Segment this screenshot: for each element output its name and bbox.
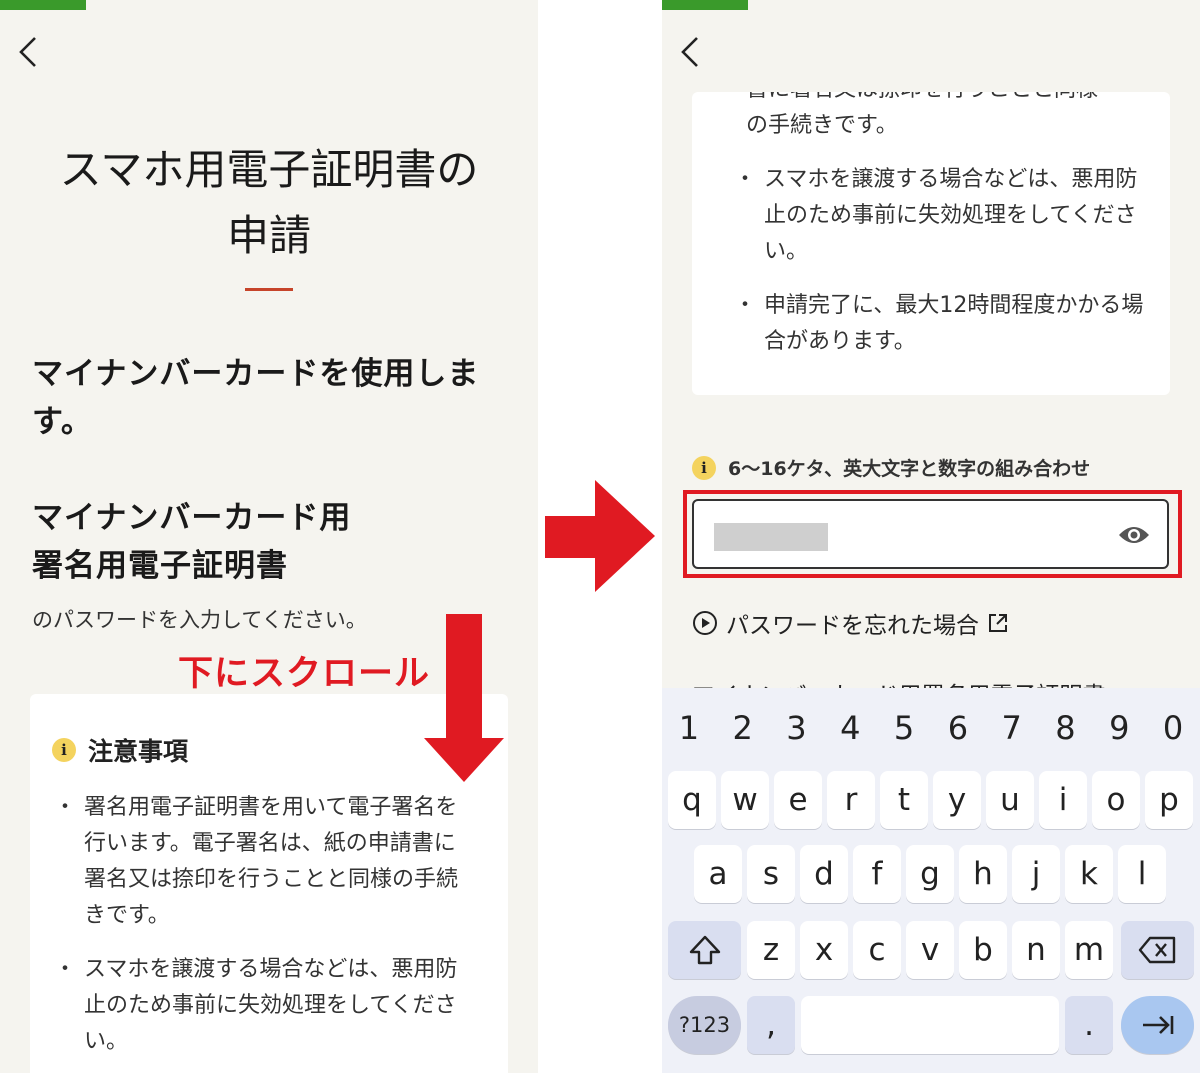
key-q[interactable]: q — [668, 771, 716, 829]
cert-heading: マイナンバーカード用 — [32, 500, 352, 536]
shift-icon — [689, 935, 720, 965]
key-u[interactable]: u — [986, 771, 1034, 829]
key-1[interactable]: 1 — [662, 704, 715, 752]
key-9[interactable]: 9 — [1093, 704, 1146, 752]
shift-key[interactable] — [668, 921, 741, 979]
status-accent-bar — [662, 0, 748, 10]
list-item: スマホを譲渡する場合などは、悪用防止のため事前に失効処理をしてください。 — [54, 952, 476, 1060]
key-x[interactable]: x — [800, 921, 848, 979]
key-a[interactable]: a — [694, 845, 742, 903]
password-hint: i 6〜16ケタ、英大文字と数字の組み合わせ — [692, 454, 1090, 481]
external-link-icon — [989, 614, 1007, 632]
software-keyboard: 1 2 3 4 5 6 7 8 9 0 q w e r t y u i o p … — [662, 688, 1200, 1073]
cut-off-text: 書に署名又は捺印を行うことと同様 — [746, 92, 1098, 108]
key-m[interactable]: m — [1065, 921, 1113, 979]
key-y[interactable]: y — [933, 771, 981, 829]
back-button[interactable] — [670, 30, 710, 74]
enter-key[interactable] — [1121, 996, 1194, 1054]
password-hint-text: 6〜16ケタ、英大文字と数字の組み合わせ — [728, 458, 1091, 480]
card-continued-text: の手続きです。 — [746, 113, 898, 138]
list-item: スマホを譲渡する場合などは、悪用防止のため事前に失効処理をしてください。 — [734, 162, 1146, 270]
key-r[interactable]: r — [827, 771, 875, 829]
period-key[interactable]: . — [1065, 996, 1113, 1054]
card-usage-heading-line2: す。 — [32, 404, 93, 440]
password-input[interactable] — [692, 499, 1169, 569]
play-circle-icon — [693, 611, 717, 635]
key-t[interactable]: t — [880, 771, 928, 829]
eye-icon[interactable] — [1117, 521, 1151, 553]
page-title-line2: 申請 — [226, 211, 311, 260]
notice-list: スマホを譲渡する場合などは、悪用防止のため事前に失効処理をしてください。 申請完… — [734, 162, 1146, 378]
key-z[interactable]: z — [747, 921, 795, 979]
notice-list: 署名用電子証明書を用いて電子署名を行います。電子署名は、紙の申請書に署名又は捺印… — [54, 790, 476, 1073]
page-title: スマホ用電子証明書の — [59, 145, 479, 194]
key-b[interactable]: b — [959, 921, 1007, 979]
info-icon: i — [692, 455, 716, 480]
title-divider — [245, 288, 293, 291]
chevron-left-icon — [19, 37, 36, 67]
status-accent-bar — [0, 0, 86, 10]
password-masked-value — [714, 523, 828, 551]
key-c[interactable]: c — [853, 921, 901, 979]
scroll-down-annotation: 下にスクロール — [178, 654, 431, 694]
key-6[interactable]: 6 — [931, 704, 984, 752]
key-8[interactable]: 8 — [1039, 704, 1092, 752]
cert-heading-line2: 署名用電子証明書 — [32, 548, 288, 584]
symbols-key[interactable]: ?123 — [668, 996, 741, 1054]
key-j[interactable]: j — [1012, 845, 1060, 903]
key-i[interactable]: i — [1039, 771, 1087, 829]
back-button[interactable] — [8, 30, 48, 74]
key-7[interactable]: 7 — [985, 704, 1038, 752]
notice-card-continued: 書に署名又は捺印を行うことと同様 の手続きです。 スマホを譲渡する場合などは、悪… — [692, 92, 1170, 395]
key-v[interactable]: v — [906, 921, 954, 979]
tab-enter-icon — [1142, 1016, 1173, 1034]
key-w[interactable]: w — [721, 771, 769, 829]
chevron-left-icon — [681, 37, 698, 67]
left-screen: スマホ用電子証明書の 申請 マイナンバーカードを使用しま す。 マイナンバーカー… — [0, 0, 538, 1073]
forgot-password-text: パスワードを忘れた場合 — [726, 613, 979, 639]
forgot-password-link[interactable]: パスワードを忘れた場合 — [692, 606, 1009, 640]
card-usage-heading: マイナンバーカードを使用しま — [32, 356, 480, 392]
key-3[interactable]: 3 — [770, 704, 823, 752]
backspace-key[interactable] — [1121, 921, 1194, 979]
space-key[interactable] — [801, 996, 1059, 1054]
notice-heading-text: 注意事項 — [88, 737, 189, 766]
key-d[interactable]: d — [800, 845, 848, 903]
key-o[interactable]: o — [1092, 771, 1140, 829]
arrow-right-icon — [545, 480, 655, 592]
arrow-down-icon — [424, 614, 504, 782]
key-f[interactable]: f — [853, 845, 901, 903]
list-item: 署名用電子証明書を用いて電子署名を行います。電子署名は、紙の申請書に署名又は捺印… — [54, 790, 476, 934]
key-2[interactable]: 2 — [716, 704, 769, 752]
info-icon: i — [52, 738, 76, 762]
comma-key[interactable]: , — [747, 996, 795, 1054]
instruction-text: のパスワードを入力してください。 — [32, 608, 367, 632]
key-l[interactable]: l — [1118, 845, 1166, 903]
key-5[interactable]: 5 — [878, 704, 931, 752]
key-4[interactable]: 4 — [824, 704, 877, 752]
key-0[interactable]: 0 — [1147, 704, 1200, 752]
backspace-icon — [1138, 936, 1175, 964]
list-item: 申請完了に、最大12時間程度かかる場合があります。 — [734, 288, 1146, 360]
key-n[interactable]: n — [1012, 921, 1060, 979]
key-e[interactable]: e — [774, 771, 822, 829]
notice-heading: i 注意事項 — [52, 732, 188, 768]
key-p[interactable]: p — [1145, 771, 1193, 829]
key-k[interactable]: k — [1065, 845, 1113, 903]
key-h[interactable]: h — [959, 845, 1007, 903]
key-s[interactable]: s — [747, 845, 795, 903]
number-row: 1 2 3 4 5 6 7 8 9 0 — [662, 704, 1200, 752]
key-g[interactable]: g — [906, 845, 954, 903]
